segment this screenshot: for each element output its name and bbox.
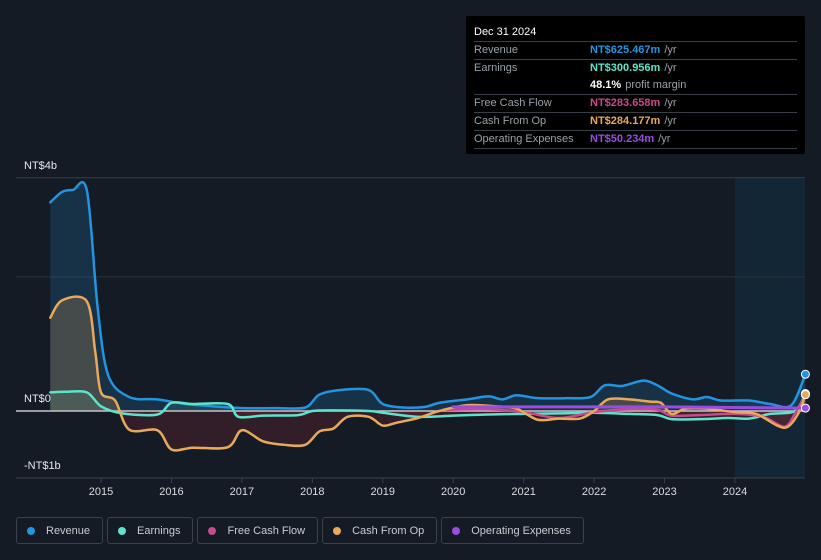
legend: Revenue Earnings Free Cash Flow Cash From O… bbox=[16, 517, 584, 544]
x-tick-label: 2019 bbox=[370, 486, 395, 498]
revenue-line bbox=[49, 180, 807, 410]
x-tick-label: 2021 bbox=[511, 486, 536, 498]
tooltip-row-value: NT$283.658m bbox=[590, 97, 661, 109]
tooltip-row: 48.1% profit margin bbox=[474, 77, 797, 94]
operating-expenses-line bbox=[451, 405, 807, 410]
tooltip-row-value: 48.1% bbox=[590, 79, 622, 91]
legend-label: Free Cash Flow bbox=[227, 524, 306, 537]
tooltip-row: Revenue NT$625.467m/yr bbox=[474, 41, 797, 59]
tooltip-row: Operating Expenses NT$50.234m/yr bbox=[474, 130, 797, 148]
legend-label: Revenue bbox=[46, 524, 91, 537]
x-tick-label: 2016 bbox=[159, 486, 184, 498]
x-tick-label: 2023 bbox=[652, 486, 677, 498]
cash-from-op-end-point[interactable] bbox=[800, 390, 810, 400]
tooltip-row-unit: /yr bbox=[664, 62, 677, 74]
legend-dot-icon bbox=[452, 526, 461, 535]
y-tick-label: NT$4b bbox=[24, 160, 58, 172]
legend-item-earnings[interactable]: Earnings bbox=[107, 517, 194, 544]
tooltip-row-label bbox=[474, 77, 590, 94]
tooltip-row-unit: /yr bbox=[664, 44, 677, 56]
revenue-end-point[interactable] bbox=[800, 369, 810, 379]
legend-dot-icon bbox=[27, 526, 35, 535]
tooltip-row-label: Cash From Op bbox=[474, 115, 547, 127]
tooltip-row-unit: /yr bbox=[664, 97, 677, 109]
tooltip-row-unit: /yr bbox=[664, 115, 677, 127]
tooltip-row: Free Cash Flow NT$283.658m/yr bbox=[474, 94, 797, 112]
tooltip-date: Dec 31 2024 bbox=[474, 26, 537, 38]
revenue-area bbox=[50, 182, 806, 411]
x-tick-label: 2017 bbox=[229, 486, 255, 498]
x-tick-label: 2018 bbox=[300, 486, 325, 498]
x-tick-label: 2020 bbox=[440, 486, 466, 498]
forecast-region bbox=[734, 177, 805, 479]
legend-dot-icon bbox=[208, 526, 217, 535]
legend-item-free-cash-flow[interactable]: Free Cash Flow bbox=[197, 517, 319, 544]
tooltip-panel: Dec 31 2024 Revenue NT$625.467m/yr Earning… bbox=[466, 16, 805, 154]
legend-label: Cash From Op bbox=[352, 524, 425, 537]
tooltip-row-value: NT$284.177m bbox=[590, 115, 661, 127]
tooltip-row-value: NT$300.956m bbox=[590, 62, 661, 74]
tooltip-row: Cash From Op NT$284.177m/yr bbox=[474, 112, 797, 130]
tooltip-row-label: Revenue bbox=[474, 44, 519, 56]
tooltip-row-value: NT$625.467m bbox=[590, 44, 661, 56]
tooltip-row-label: Operating Expenses bbox=[474, 133, 574, 145]
legend-dot-icon bbox=[118, 526, 127, 535]
x-tick-label: 2024 bbox=[722, 486, 748, 498]
tooltip-row-value: NT$50.234m bbox=[590, 133, 655, 145]
tooltip-row-label: Free Cash Flow bbox=[474, 97, 552, 109]
tooltip-row-unit: profit margin bbox=[625, 79, 687, 91]
legend-item-cash-from-op[interactable]: Cash From Op bbox=[322, 517, 438, 544]
tooltip-divider bbox=[474, 148, 797, 150]
operating-expenses-end-point[interactable] bbox=[800, 403, 810, 413]
cash-from-op-negative-area bbox=[50, 411, 806, 451]
y-tick-label: NT$0 bbox=[24, 393, 51, 405]
legend-dot-icon bbox=[333, 526, 342, 535]
x-tick-label: 2015 bbox=[88, 486, 114, 498]
tooltip-row-label: Earnings bbox=[474, 62, 518, 74]
legend-label: Earnings bbox=[137, 524, 181, 537]
tooltip-row: Earnings NT$300.956m/yr bbox=[474, 59, 797, 77]
x-tick-label: 2022 bbox=[581, 486, 607, 498]
legend-label: Operating Expenses bbox=[471, 524, 571, 537]
tooltip-row-unit: /yr bbox=[658, 133, 671, 145]
y-tick-label: -NT$1b bbox=[24, 460, 61, 472]
legend-item-revenue[interactable]: Revenue bbox=[16, 517, 104, 544]
legend-item-operating-expenses[interactable]: Operating Expenses bbox=[441, 517, 584, 544]
